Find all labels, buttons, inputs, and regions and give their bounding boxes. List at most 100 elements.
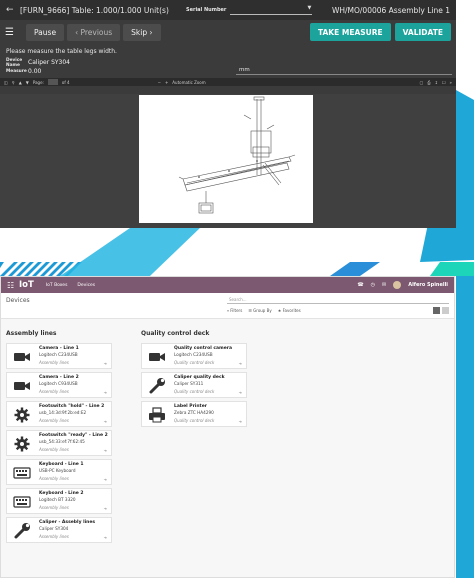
zoom-in-icon[interactable]: + [165, 80, 168, 85]
keyboard-icon [13, 467, 31, 479]
avatar[interactable] [393, 281, 402, 289]
previous-label: Previous [80, 27, 113, 37]
device-location: Assembly lines [39, 505, 69, 510]
stripe-teal-right [430, 262, 474, 276]
measure-value-input[interactable]: 0.00 [28, 68, 41, 75]
device-card[interactable]: Camera - Line 1 Logitech C234USB Assembl… [6, 343, 112, 369]
work-order-title: [FURN_9666] Table: 1.000/1.000 Unit(s) [20, 5, 169, 15]
action-arrow-icon[interactable]: ➜ [104, 361, 107, 366]
zoom-select[interactable]: Automatic Zoom [172, 80, 205, 85]
zoom-out-icon[interactable]: − [158, 80, 161, 85]
take-measure-button[interactable]: TAKE MEASURE [309, 23, 391, 41]
kanban-view-icon[interactable] [433, 307, 440, 314]
stripe-blue-bottom [456, 276, 474, 578]
device-card[interactable]: Keyboard - Line 2 Logitech BT 3320 Assem… [6, 488, 112, 514]
device-card[interactable]: Footswitch "hold" - Line 2 usb_14:3d:9f:… [6, 401, 112, 427]
device-name: Footswitch "ready" - Line 2 [39, 433, 108, 438]
wrench-icon [149, 378, 165, 394]
apps-menu-icon[interactable]: ☷ [7, 281, 19, 290]
action-arrow-icon[interactable]: ➜ [104, 448, 107, 453]
device-location: Quality control deck [174, 389, 215, 394]
device-location: Quality control deck [174, 360, 215, 365]
device-location: Assembly lines [39, 476, 69, 481]
pdf-search-icon[interactable]: ⚲ [12, 80, 15, 85]
skip-label: Skip [131, 27, 148, 37]
next-page-icon[interactable]: ▼ [26, 80, 29, 85]
group-quality-deck: Quality control deck [141, 330, 210, 337]
camera-icon [14, 382, 30, 390]
user-name[interactable]: Alfero Spinelli [408, 282, 448, 288]
menu-iot-boxes[interactable]: IoT Boxes [46, 283, 68, 288]
device-name: Keyboard - Line 1 [39, 462, 84, 467]
sidebar-toggle-icon[interactable]: ◫ [4, 80, 8, 85]
filters-button[interactable]: ▿ Filters [227, 308, 242, 313]
device-card[interactable]: Footswitch "ready" - Line 2 usb_54:33:ef… [6, 430, 112, 456]
device-name: Label Printer [174, 404, 207, 409]
validate-button[interactable]: VALIDATE [394, 23, 451, 41]
device-card[interactable]: Quality control camera Logitech C234USB … [141, 343, 247, 369]
activity-clock-icon[interactable]: ◷ [371, 282, 375, 288]
tools-icon[interactable]: » [450, 80, 452, 85]
printer-icon [149, 407, 165, 423]
group-icon: ☰ [248, 308, 252, 313]
serial-number-field[interactable]: ▼ [230, 4, 313, 15]
action-arrow-icon[interactable]: ➜ [239, 361, 242, 366]
device-name: Footswitch "hold" - Line 2 [39, 404, 105, 409]
device-card[interactable]: Caliper quality deck Caliper SY311 Quali… [141, 372, 247, 398]
action-arrow-icon[interactable]: ➜ [104, 390, 107, 395]
app-name: IoT [19, 280, 34, 290]
device-description: Logitech C234USB [174, 352, 213, 357]
device-description: usb_54:33:ef:7f:62:45 [39, 439, 85, 444]
device-description: usb_14:3d:9f:2b:ed:E2 [39, 410, 87, 415]
chat-icon[interactable]: ✉ [382, 282, 386, 288]
pause-button[interactable]: Pause [26, 23, 65, 41]
bookmark-icon[interactable]: ☐ [442, 80, 446, 85]
action-arrow-icon[interactable]: ➜ [239, 390, 242, 395]
action-arrow-icon[interactable]: ➜ [104, 506, 107, 511]
device-card[interactable]: Keyboard - Line 1 USB-PC Keyboard Assemb… [6, 459, 112, 485]
group-by-label: Group By [253, 308, 272, 313]
present-icon[interactable]: ▢ [420, 80, 424, 85]
page-number-input[interactable] [47, 79, 58, 85]
device-description: Logitech C234USB [39, 352, 78, 357]
iot-devices-screen: ☷ IoT IoT Boxes Devices ☎ ◷ ✉ Alfero Spi… [0, 276, 455, 578]
list-view-icon[interactable] [442, 307, 449, 314]
hamburger-menu-icon[interactable]: ☰ [5, 27, 23, 38]
action-arrow-icon[interactable]: ➜ [239, 419, 242, 424]
device-name: Quality control camera [174, 346, 233, 351]
download-icon[interactable]: ↧ [435, 80, 438, 85]
favorites-button[interactable]: ★ Favorites [278, 308, 301, 313]
dropdown-caret-icon: ▼ [307, 4, 312, 11]
previous-button[interactable]: ‹ Previous [67, 23, 121, 41]
device-card[interactable]: Caliper - Assebly lines Caliper SY304 As… [6, 517, 112, 543]
device-name-label: Device Name [6, 57, 23, 68]
skip-button[interactable]: Skip › [123, 23, 161, 41]
group-by-button[interactable]: ☰ Group By [248, 308, 271, 313]
device-name-value: Caliper SY304 [28, 59, 70, 66]
favorites-label: Favorites [282, 308, 301, 313]
device-name: Caliper quality deck [174, 375, 225, 380]
measure-fields: Device Name Caliper SY304 Measure 0.00 m… [0, 58, 456, 78]
back-arrow-icon[interactable]: ← [6, 5, 16, 15]
search-input[interactable]: Search... [227, 297, 449, 304]
device-description: Zebra ZTC HA4290 [174, 410, 214, 415]
device-name: Camera - Line 1 [39, 346, 79, 351]
device-card[interactable]: Label Printer Zebra ZTC HA4290 Quality c… [141, 401, 247, 427]
composite-screenshot: ← [FURN_9666] Table: 1.000/1.000 Unit(s)… [0, 0, 474, 578]
device-card[interactable]: Camera - Line 2 Logitech C934USB Assembl… [6, 372, 112, 398]
device-location: Assembly lines [39, 447, 69, 452]
action-arrow-icon[interactable]: ➜ [104, 535, 107, 540]
device-name: Camera - Line 2 [39, 375, 79, 380]
phone-icon[interactable]: ☎ [357, 282, 363, 288]
work-order-toolbar: ☰ Pause ‹ Previous Skip › TAKE MEASURE V… [0, 20, 456, 44]
prev-page-icon[interactable]: ▲ [19, 80, 22, 85]
star-icon: ★ [277, 308, 282, 313]
action-arrow-icon[interactable]: ➜ [104, 419, 107, 424]
work-order-screen: ← [FURN_9666] Table: 1.000/1.000 Unit(s)… [0, 0, 456, 228]
print-icon[interactable]: ⎙ [427, 80, 430, 85]
action-arrow-icon[interactable]: ➜ [104, 477, 107, 482]
control-panel: Devices Search... ▿ Filters ☰ Group By ★… [1, 293, 454, 319]
menu-devices[interactable]: Devices [77, 283, 95, 288]
page-of-label: of 4 [61, 79, 70, 85]
pdf-viewer [0, 94, 456, 228]
